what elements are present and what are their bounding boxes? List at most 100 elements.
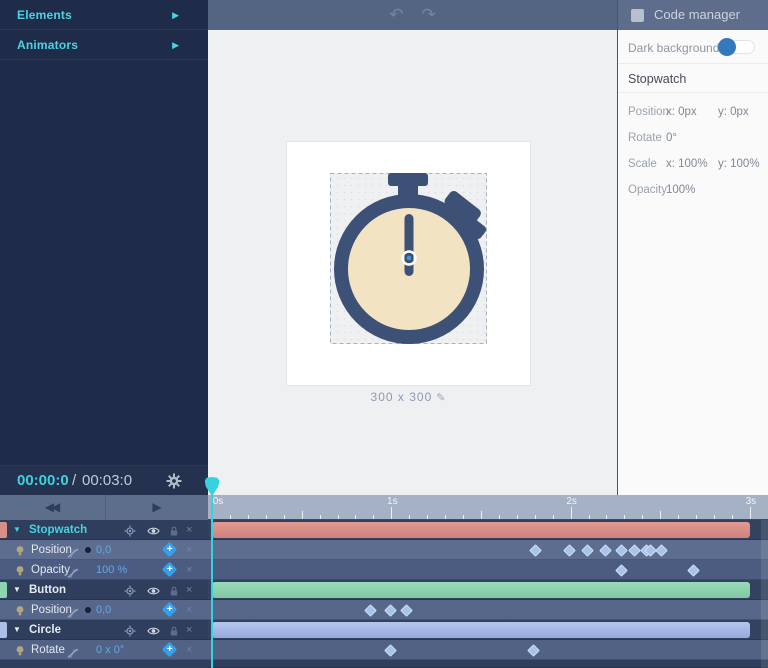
timeline-filler-row xyxy=(208,660,768,668)
add-keyframe-button[interactable]: + xyxy=(162,542,178,558)
timeline-row-stopwatch xyxy=(208,520,768,540)
origin-dot-icon[interactable] xyxy=(85,547,91,553)
transport-controls: ◀◀ ▶ xyxy=(0,495,208,520)
timeline-row-circle xyxy=(208,620,768,640)
easing-graph-icon[interactable] xyxy=(67,565,79,575)
chevron-right-icon: ▶ xyxy=(172,30,179,60)
canvas[interactable]: 300 x 300✎ xyxy=(208,30,617,496)
keyframe-diamond[interactable] xyxy=(655,544,668,557)
keyframe-diamond[interactable] xyxy=(615,564,628,577)
property-row-rotate: Rotate 0° xyxy=(618,125,768,151)
keyframe-row-stopwatch-position[interactable] xyxy=(208,540,768,560)
add-keyframe-button[interactable]: + xyxy=(162,602,178,618)
timeline-ruler[interactable]: 0s1s2s3s xyxy=(208,495,768,520)
keyframe-diamond[interactable] xyxy=(563,544,576,557)
add-keyframe-button[interactable]: + xyxy=(162,562,178,578)
property-value[interactable]: 0,0 xyxy=(96,540,111,560)
history-toolbar: ↶ ↷ xyxy=(208,0,617,30)
track-header-circle[interactable]: ▼ Circle × xyxy=(0,620,208,640)
ruler-second-label: 0s xyxy=(213,496,224,507)
property-y-value: y: 100% xyxy=(718,158,760,170)
sidebar-item-elements[interactable]: Elements ▶ xyxy=(0,0,208,30)
lock-icon[interactable] xyxy=(168,524,180,536)
property-row-scale: Scale x: 100% y: 100% xyxy=(618,151,768,177)
keyframe-row-stopwatch-opacity[interactable] xyxy=(208,560,768,580)
easing-graph-icon[interactable] xyxy=(67,645,79,655)
time-display-bar: 00:00:0 / 00:03:0 xyxy=(0,465,208,495)
keyframe-diamond[interactable] xyxy=(615,544,628,557)
delete-property-icon[interactable]: × xyxy=(186,560,192,580)
play-button[interactable]: ▶ xyxy=(106,495,208,520)
keyframe-row-button-position[interactable] xyxy=(208,600,768,620)
target-origin-icon[interactable] xyxy=(124,524,136,536)
track-header-button[interactable]: ▼ Button × xyxy=(0,580,208,600)
keyframe-diamond[interactable] xyxy=(529,544,542,557)
play-icon: ▶ xyxy=(152,500,161,514)
edit-size-pencil-icon[interactable]: ✎ xyxy=(436,392,446,404)
caret-down-icon[interactable]: ▼ xyxy=(13,520,21,540)
sidebar-item-animators[interactable]: Animators ▶ xyxy=(0,30,208,60)
duration-bar-button[interactable] xyxy=(212,582,750,598)
keyframe-diamond[interactable] xyxy=(527,644,540,657)
timeline-scrollbar[interactable] xyxy=(761,520,768,668)
keyframe-diamond[interactable] xyxy=(628,544,641,557)
plus-icon: + xyxy=(164,564,175,575)
delete-property-icon[interactable]: × xyxy=(186,540,192,560)
target-origin-icon[interactable] xyxy=(124,584,136,596)
track-header-stopwatch[interactable]: ▼ Stopwatch × xyxy=(0,520,208,540)
delete-track-icon[interactable]: × xyxy=(186,620,192,640)
plus-icon: + xyxy=(164,544,175,555)
visibility-eye-icon[interactable] xyxy=(147,624,159,636)
track-stopwatch-opacity[interactable]: Opacity 100 % + × xyxy=(0,560,208,580)
keyframe-diamond[interactable] xyxy=(384,644,397,657)
bulb-icon xyxy=(15,544,25,556)
visibility-eye-icon[interactable] xyxy=(147,524,159,536)
keyframe-diamond[interactable] xyxy=(687,564,700,577)
delete-track-icon[interactable]: × xyxy=(186,520,192,540)
property-x-value: x: 100% xyxy=(666,158,708,170)
settings-gear-icon[interactable] xyxy=(166,473,182,489)
track-stopwatch-position[interactable]: Position 0,0 + × xyxy=(0,540,208,560)
lock-icon[interactable] xyxy=(168,584,180,596)
easing-graph-icon[interactable] xyxy=(67,545,79,555)
dark-background-row: Dark background: xyxy=(618,30,768,64)
keyframe-diamond[interactable] xyxy=(400,604,413,617)
delete-track-icon[interactable]: × xyxy=(186,580,192,600)
track-button-position[interactable]: Position 0,0 + × xyxy=(0,600,208,620)
artboard[interactable] xyxy=(287,142,530,385)
dark-background-toggle[interactable] xyxy=(719,40,755,54)
visibility-eye-icon[interactable] xyxy=(147,584,159,596)
origin-dot-icon[interactable] xyxy=(85,607,91,613)
lock-icon[interactable] xyxy=(168,624,180,636)
keyframe-diamond[interactable] xyxy=(581,544,594,557)
keyframe-row-circle-rotate[interactable] xyxy=(208,640,768,660)
caret-down-icon[interactable]: ▼ xyxy=(13,620,21,640)
code-manager-checkbox[interactable] xyxy=(631,9,644,22)
rewind-button[interactable]: ◀◀ xyxy=(0,495,106,520)
property-value[interactable]: 0 x 0° xyxy=(96,640,124,660)
stopwatch-artwork[interactable] xyxy=(287,142,530,385)
delete-property-icon[interactable]: × xyxy=(186,600,192,620)
property-row-opacity: Opacity 100% xyxy=(618,177,768,203)
delete-property-icon[interactable]: × xyxy=(186,640,192,660)
easing-graph-icon[interactable] xyxy=(67,605,79,615)
add-keyframe-button[interactable]: + xyxy=(162,642,178,658)
duration-bar-stopwatch[interactable] xyxy=(212,522,750,538)
property-name: Rotate xyxy=(31,640,65,660)
duration-bar-circle[interactable] xyxy=(212,622,750,638)
bulb-icon xyxy=(15,604,25,616)
dark-background-label: Dark background: xyxy=(628,41,723,55)
keyframe-diamond[interactable] xyxy=(384,604,397,617)
redo-icon[interactable]: ↷ xyxy=(422,1,436,29)
property-row-position: Position x: 0px y: 0px xyxy=(618,99,768,125)
keyframe-diamond[interactable] xyxy=(364,604,377,617)
caret-down-icon[interactable]: ▼ xyxy=(13,580,21,600)
undo-icon[interactable]: ↶ xyxy=(389,1,403,29)
target-origin-icon[interactable] xyxy=(124,624,136,636)
size-value: 300 x 300 xyxy=(371,390,433,404)
property-value[interactable]: 100 % xyxy=(96,560,127,580)
keyframe-diamond[interactable] xyxy=(599,544,612,557)
property-value[interactable]: 0,0 xyxy=(96,600,111,620)
track-circle-rotate[interactable]: Rotate 0 x 0° + × xyxy=(0,640,208,660)
track-list-filler xyxy=(0,660,208,668)
